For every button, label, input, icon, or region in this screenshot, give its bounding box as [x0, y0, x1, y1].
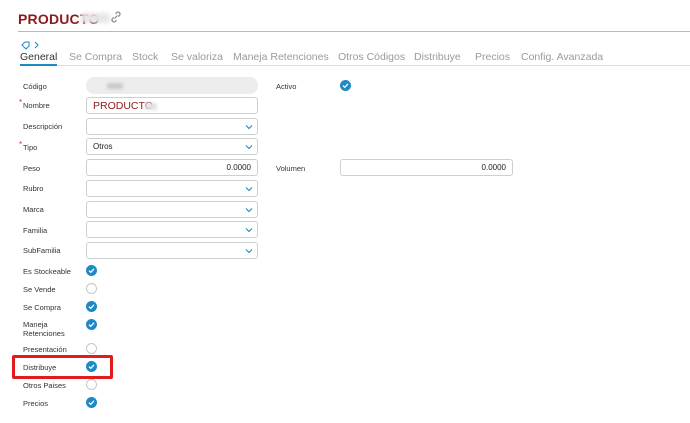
descripcion-label: Descripción: [23, 122, 63, 131]
nombre-field[interactable]: PRODUCTO: [86, 97, 258, 114]
nombre-value: PRODUCTO: [93, 100, 153, 112]
peso-label: Peso: [23, 164, 41, 173]
chevron-down-icon: [245, 208, 253, 213]
rubro-select[interactable]: [86, 180, 258, 197]
tab-maneja-retenciones[interactable]: Maneja Retenciones: [233, 51, 329, 63]
nombre-label: Nombre: [23, 101, 50, 110]
tag-icon[interactable]: [20, 40, 42, 50]
volumen-input[interactable]: 0.0000: [340, 159, 513, 176]
volumen-value: 0.0000: [481, 163, 506, 172]
check-icon: [88, 268, 95, 274]
se-vende-checkbox[interactable]: [86, 283, 97, 294]
tab-distribuye[interactable]: Distribuye: [414, 51, 461, 63]
es-stockeable-label: Es Stockeable: [23, 267, 71, 276]
chevron-down-icon: [245, 187, 253, 192]
highlight-box: [12, 355, 113, 379]
maneja-retenciones-label: Maneja Retenciones: [23, 320, 65, 338]
tabs-divider: [20, 65, 690, 66]
tipo-label: Tipo: [23, 143, 38, 152]
chevron-down-icon: [245, 228, 253, 233]
tab-precios[interactable]: Precios: [475, 51, 510, 63]
check-icon: [342, 83, 349, 89]
activo-checkbox[interactable]: [340, 80, 351, 91]
precios-label: Precios: [23, 399, 49, 408]
tab-config-avanzada[interactable]: Config. Avanzada: [521, 51, 603, 63]
chevron-down-icon: [245, 125, 253, 130]
presentacion-label: Presentación: [23, 345, 67, 354]
title-divider: [18, 31, 690, 32]
active-tab-indicator: [20, 64, 57, 66]
se-compra-checkbox[interactable]: [86, 301, 97, 312]
check-icon: [88, 400, 95, 406]
familia-label: Familia: [23, 226, 48, 235]
tab-general[interactable]: General: [20, 51, 57, 63]
title-redacted: [80, 13, 110, 23]
se-vende-label: Se Vende: [23, 285, 56, 294]
peso-input[interactable]: 0.0000: [86, 159, 258, 176]
marca-select[interactable]: [86, 201, 258, 218]
tab-stock[interactable]: Stock: [132, 51, 158, 63]
volumen-label: Volumen: [276, 164, 306, 173]
codigo-label: Código: [23, 82, 47, 91]
nombre-redacted: [145, 103, 157, 110]
check-icon: [88, 304, 95, 310]
codigo-redacted: [107, 83, 123, 89]
required-marker: *: [19, 140, 23, 149]
descripcion-select[interactable]: [86, 118, 258, 135]
presentacion-checkbox[interactable]: [86, 343, 97, 354]
peso-value: 0.0000: [226, 163, 251, 172]
otros-paises-label: Otros Paises: [23, 381, 66, 390]
link-icon[interactable]: [109, 10, 123, 24]
rubro-label: Rubro: [23, 184, 44, 193]
maneja-retenciones-checkbox[interactable]: [86, 319, 97, 330]
precios-checkbox[interactable]: [86, 397, 97, 408]
tipo-select[interactable]: Otros: [86, 138, 258, 155]
activo-label: Activo: [276, 82, 297, 91]
subfamilia-label: SubFamilia: [23, 246, 61, 255]
tab-se-valoriza[interactable]: Se valoriza: [171, 51, 223, 63]
chevron-down-icon: [245, 145, 253, 150]
otros-paises-checkbox[interactable]: [86, 379, 97, 390]
se-compra-label: Se Compra: [23, 303, 61, 312]
tipo-value: Otros: [93, 142, 113, 151]
marca-label: Marca: [23, 205, 44, 214]
tab-otros-codigos[interactable]: Otros Códigos: [338, 51, 405, 63]
chevron-down-icon: [245, 249, 253, 254]
familia-select[interactable]: [86, 221, 258, 238]
check-icon: [88, 322, 95, 328]
subfamilia-select[interactable]: [86, 242, 258, 259]
required-marker: *: [19, 98, 23, 107]
codigo-field: [86, 77, 258, 94]
tab-se-compra[interactable]: Se Compra: [69, 51, 122, 63]
es-stockeable-checkbox[interactable]: [86, 265, 97, 276]
